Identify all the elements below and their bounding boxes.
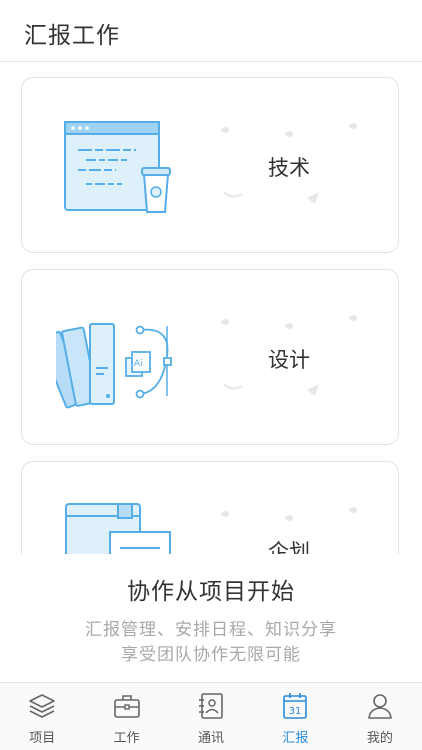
category-label-planning: 企划: [268, 540, 310, 554]
category-label-tech: 技术: [268, 156, 310, 180]
tab-report[interactable]: 31 汇报: [253, 683, 337, 750]
tab-projects[interactable]: 项目: [0, 683, 84, 750]
contacts-book-icon: [199, 693, 223, 719]
promo-desc-line-1: 汇报管理、安排日程、知识分享: [85, 620, 337, 640]
promo-description: 汇报管理、安排日程、知识分享 享受团队协作无限可能: [0, 618, 422, 668]
tab-label-report: 汇报: [282, 731, 309, 746]
top-header: 汇报工作: [0, 0, 422, 62]
briefcase-icon: [113, 695, 140, 718]
category-list[interactable]: 技术 Ai 设计 企划: [0, 62, 422, 554]
calendar-icon: 31: [283, 693, 308, 719]
category-card-design[interactable]: Ai 设计: [21, 269, 399, 445]
calendar-day-number: 31: [289, 706, 302, 717]
promo-section: 协作从项目开始 汇报管理、安排日程、知识分享 享受团队协作无限可能: [0, 554, 422, 682]
tab-contacts[interactable]: 通讯: [169, 683, 253, 750]
tab-label-projects: 项目: [29, 731, 56, 746]
color-swatch-pen-icon: Ai: [56, 323, 172, 409]
tab-label-mine: 我的: [366, 731, 393, 746]
tab-label-contacts: 通讯: [198, 731, 225, 746]
document-books-icon: [65, 503, 171, 554]
promo-desc-line-2: 享受团队协作无限可能: [121, 645, 301, 665]
page-title: 汇报工作: [24, 23, 120, 49]
tab-label-work: 工作: [113, 731, 140, 746]
category-label-design: 设计: [268, 348, 310, 372]
layers-icon: [29, 694, 56, 718]
tab-work[interactable]: 工作: [84, 683, 168, 750]
category-card-planning[interactable]: 企划: [21, 461, 399, 554]
code-window-coffee-icon: [64, 121, 171, 213]
promo-headline: 协作从项目开始: [127, 579, 295, 605]
tab-mine[interactable]: 我的: [338, 683, 422, 750]
category-card-tech[interactable]: 技术: [21, 77, 399, 253]
svg-text:Ai: Ai: [134, 359, 143, 369]
bottom-tab-bar: 项目 工作 通讯 31 汇报 我的: [0, 682, 422, 750]
person-icon: [368, 694, 392, 719]
